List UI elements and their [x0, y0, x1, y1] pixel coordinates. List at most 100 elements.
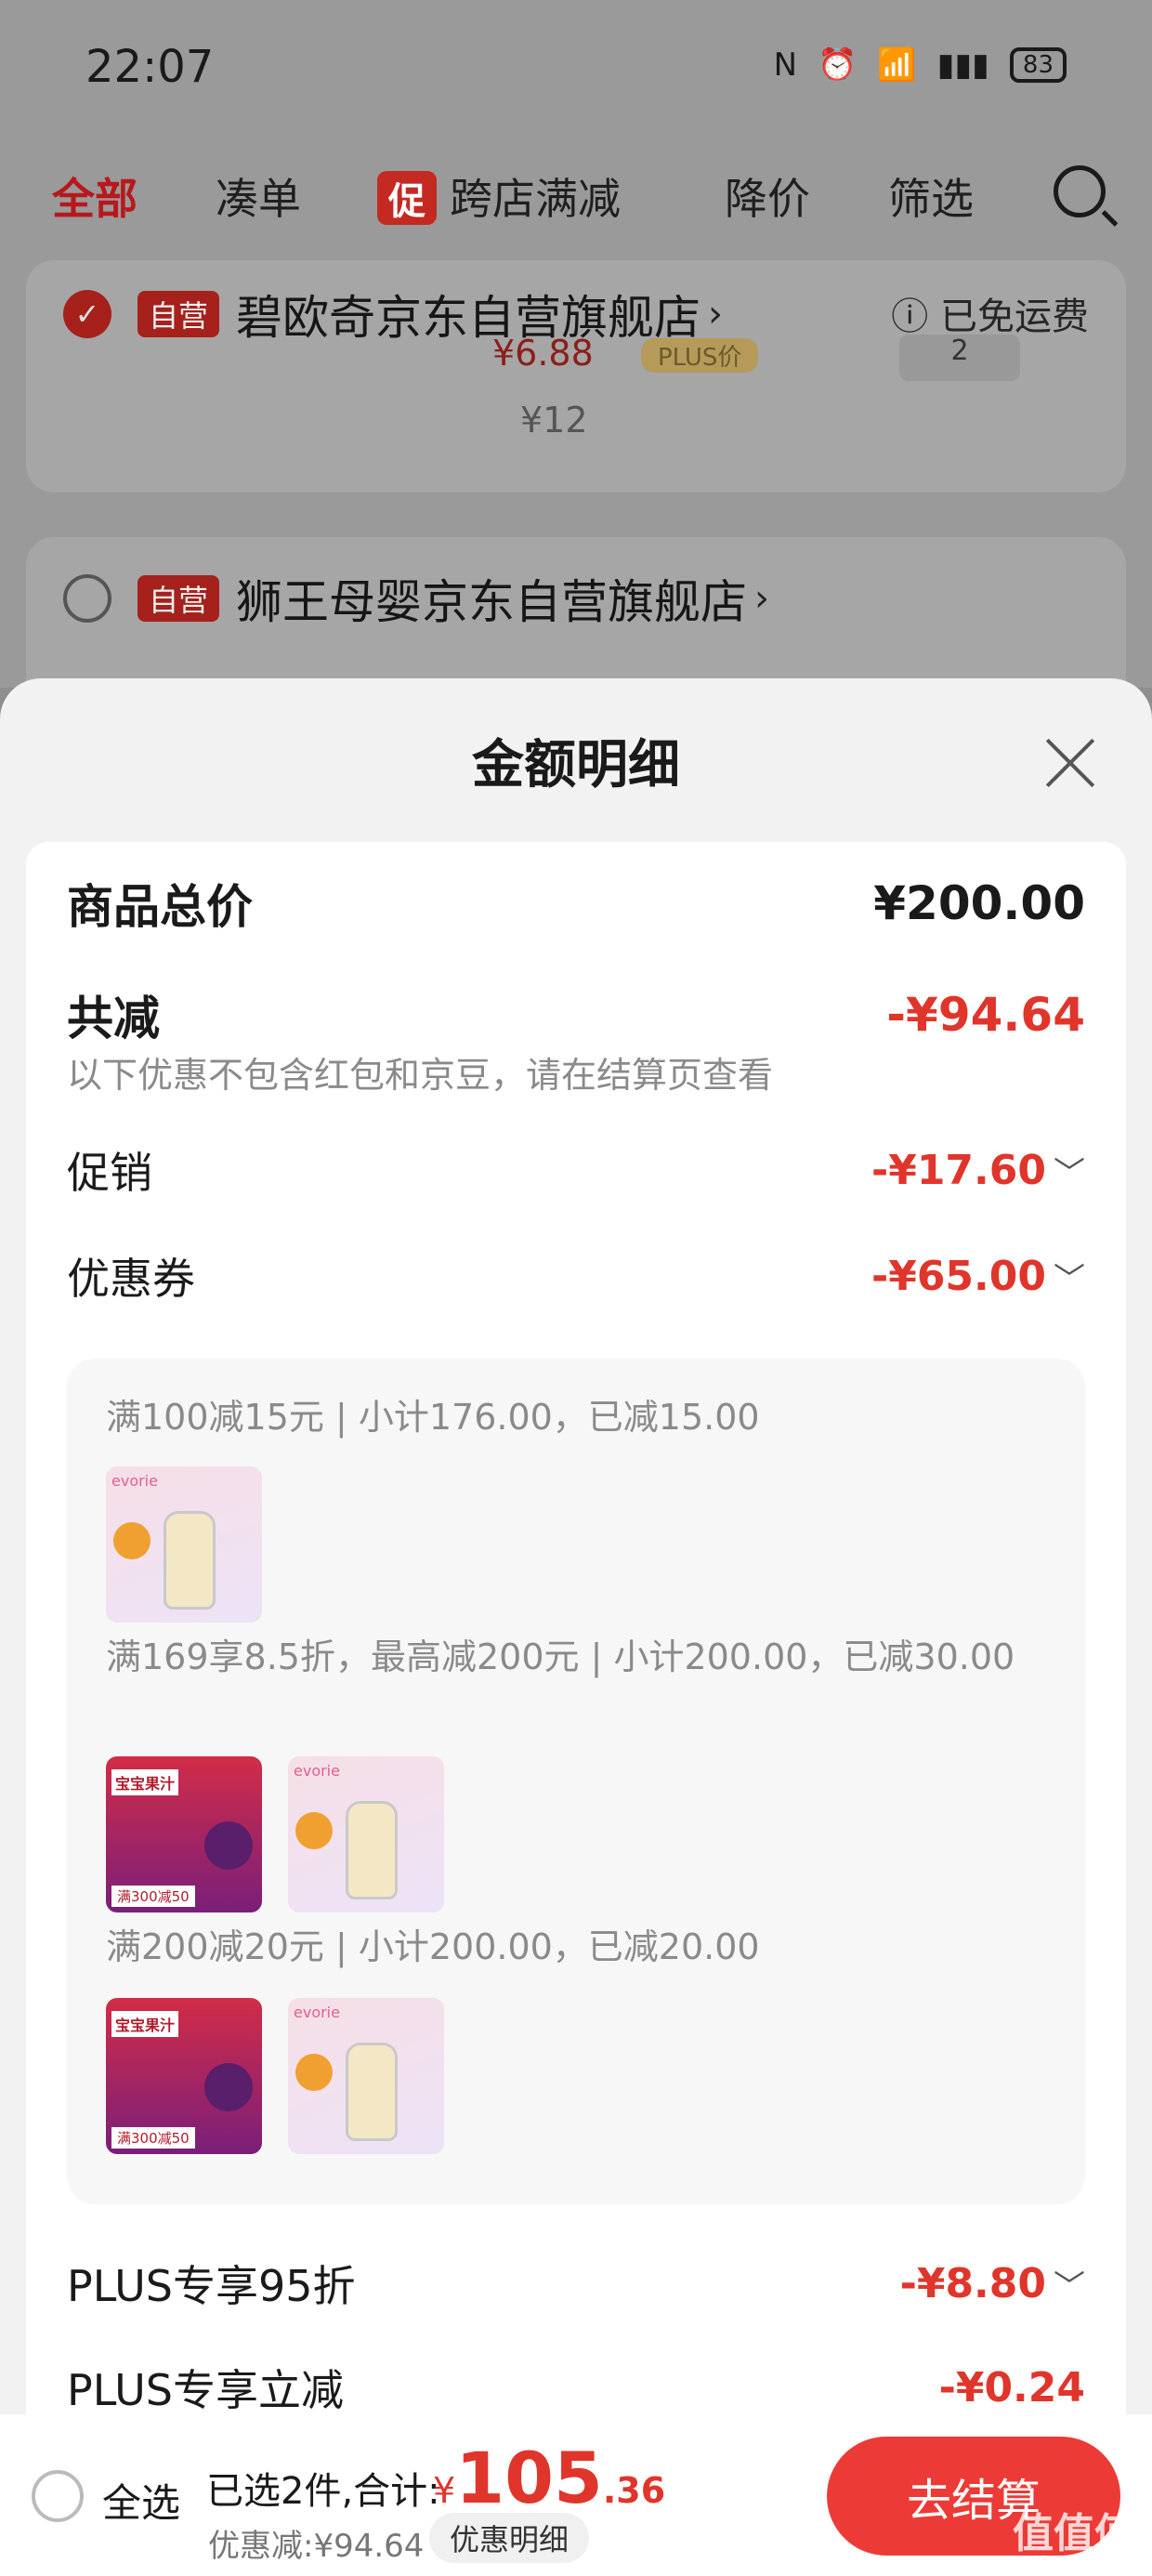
bottle-icon — [164, 1511, 216, 1610]
discount-detail-button[interactable]: 优惠明细 — [429, 2513, 590, 2563]
reduced-value: -¥94.64 — [886, 988, 1085, 1042]
chevron-right-icon: › — [754, 577, 770, 620]
promo-label: 促销 — [67, 1148, 152, 1198]
self-operated-badge: 自营 — [137, 575, 220, 622]
reduced-row: 共减 -¥94.64 — [67, 981, 1085, 1048]
cart-background: 22:07 N ⏰ 📶 ▮▮▮ 83 全部 凑单 促跨店满减 降价 筛选 ✓ 自… — [0, 0, 1152, 723]
cart-tabs: 全部 凑单 促跨店满减 降价 筛选 — [0, 149, 1152, 242]
promo-tag-icon — [295, 2054, 333, 2091]
tab-price-drop[interactable]: 降价 — [725, 165, 810, 227]
tab-filter[interactable]: 筛选 — [888, 165, 974, 227]
plum-icon — [204, 1821, 253, 1870]
discount-note: 以下优惠不包含红包和京豆，请在结算页查看 — [67, 1055, 774, 1096]
promo-badge: 促 — [377, 171, 437, 225]
shipping-text: 已免运费 — [940, 296, 1089, 338]
tab-combo[interactable]: 凑单 — [216, 165, 301, 227]
status-bar: 22:07 N ⏰ 📶 ▮▮▮ 83 — [0, 0, 1152, 139]
close-icon[interactable] — [1042, 734, 1098, 790]
plus-instant-row: PLUS专享立减 -¥0.24 — [67, 2357, 1085, 2418]
plus-instant-label: PLUS专享立减 — [67, 2365, 344, 2415]
shipping-status: ⓘ 已免运费 — [891, 296, 1089, 338]
select-all-checkbox[interactable] — [32, 2470, 84, 2522]
chevron-right-icon: › — [708, 293, 724, 335]
coupon-label: 优惠券 — [67, 1254, 195, 1304]
checkout-bar: 全选 已选2件,合计: ¥105.36 优惠减:¥94.64 优惠明细 去结算 — [0, 2414, 1152, 2576]
plus-price-tag: PLUS价 — [641, 338, 759, 373]
partial-price: ¥6.88 — [492, 333, 594, 374]
plus95-row[interactable]: PLUS专享95折 -¥8.80 ﹀ — [67, 2253, 1085, 2314]
quantity-stepper[interactable]: 2 — [899, 335, 1020, 381]
coupon-rule: 满169享8.5折，最高减200元 | 小计200.00，已减30.00 — [106, 1636, 1015, 1677]
search-icon[interactable] — [1054, 165, 1106, 217]
coupon-value: -¥65.00 — [871, 1252, 1046, 1300]
coupon-items: 宝宝果汁满300减50 evorie — [106, 1998, 444, 2154]
coupon-rule: 满200减20元 | 小计200.00，已减20.00 — [106, 1926, 760, 1967]
product-thumbnail-bottle[interactable]: evorie — [288, 1998, 444, 2154]
product-thumbnail-bottle[interactable]: evorie — [106, 1466, 262, 1623]
total-row: 商品总价 ¥200.00 — [67, 870, 1085, 937]
product-brand: evorie — [294, 1762, 340, 1780]
coupon-items: evorie — [106, 1466, 262, 1623]
store-name[interactable]: 狮王母婴京东自营旗舰店 — [236, 565, 747, 632]
plus95-amount: -¥8.80 ﹀ — [900, 2260, 1085, 2307]
store-name[interactable]: 碧欧奇京东自营旗舰店 — [236, 281, 700, 348]
wifi-icon: 📶 — [877, 46, 917, 84]
product-thumbnail-bottle[interactable]: evorie — [288, 1756, 444, 1912]
coupon-row[interactable]: 优惠券 -¥65.00 ﹀ — [67, 1245, 1085, 1307]
product-title: 宝宝果汁 — [111, 2011, 179, 2037]
product-title: 宝宝果汁 — [111, 1769, 179, 1795]
product-brand: evorie — [111, 1472, 158, 1490]
status-time: 22:07 — [85, 41, 215, 93]
chevron-down-icon: ﹀ — [1054, 1154, 1085, 1192]
chevron-up-icon: ﹀ — [1054, 1260, 1085, 1298]
coupon-rule: 满100减15元 | 小计176.00，已减15.00 — [106, 1397, 760, 1438]
self-operated-badge: 自营 — [137, 291, 220, 337]
store-checkbox-checked[interactable]: ✓ — [63, 290, 111, 338]
tab-all[interactable]: 全部 — [52, 165, 137, 227]
detail-panel: 商品总价 ¥200.00 共减 -¥94.64 以下优惠不包含红包和京豆，请在结… — [26, 842, 1126, 2576]
store-header[interactable]: 自营 狮王母婴京东自营旗舰店 › — [63, 565, 769, 632]
plus95-label: PLUS专享95折 — [67, 2261, 356, 2311]
product-badge: 满300减50 — [111, 1886, 195, 1907]
tab-cross-store-label: 跨店满减 — [450, 174, 621, 224]
total-value: ¥200.00 — [873, 876, 1085, 930]
sheet-title: 金额明细 — [472, 735, 680, 795]
promo-row[interactable]: 促销 -¥17.60 ﹀ — [67, 1139, 1085, 1201]
product-thumbnail-juice[interactable]: 宝宝果汁满300减50 — [106, 1998, 262, 2154]
alarm-icon: ⏰ — [818, 46, 857, 84]
promo-value: -¥17.60 — [871, 1146, 1046, 1194]
discount-summary: 优惠减:¥94.64 — [208, 2528, 425, 2565]
plus95-value: -¥8.80 — [899, 2259, 1046, 2307]
product-badge: 满300减50 — [111, 2127, 195, 2149]
watermark: 值值值 — [1013, 2510, 1135, 2557]
select-all-label[interactable]: 全选 — [102, 2472, 180, 2529]
promo-amount: -¥17.60 ﹀ — [871, 1147, 1085, 1194]
status-icons: N ⏰ 📶 ▮▮▮ 83 — [774, 46, 1067, 84]
bottle-icon — [346, 1801, 398, 1899]
old-price: ¥12 — [520, 400, 588, 440]
battery-icon: 83 — [1009, 47, 1067, 83]
currency-symbol: ¥ — [433, 2470, 456, 2511]
bottle-icon — [346, 2043, 398, 2141]
amount-detail-sheet: 金额明细 商品总价 ¥200.00 共减 -¥94.64 以下优惠不包含红包和京… — [0, 678, 1152, 2576]
total-integer: 105 — [455, 2437, 603, 2519]
product-thumbnail-juice[interactable]: 宝宝果汁满300减50 — [106, 1756, 262, 1912]
product-brand: evorie — [294, 2004, 340, 2021]
nfc-icon: N — [773, 46, 798, 84]
plum-icon — [204, 2063, 253, 2111]
selected-count: 已选2件,合计: — [206, 2470, 440, 2513]
plus-instant-value: -¥0.24 — [938, 2363, 1085, 2412]
cart-total: ¥105.36 — [433, 2437, 665, 2519]
total-label: 商品总价 — [67, 880, 253, 934]
total-decimal: .36 — [602, 2470, 666, 2511]
promo-tag-icon — [113, 1522, 151, 1559]
tab-cross-store[interactable]: 促跨店满减 — [377, 165, 621, 227]
store-checkbox-unchecked[interactable] — [63, 574, 111, 623]
coupon-amount: -¥65.00 ﹀ — [871, 1253, 1085, 1300]
reduced-label: 共减 — [67, 992, 160, 1045]
chevron-down-icon: ﹀ — [1054, 2267, 1085, 2306]
promo-tag-icon — [295, 1812, 333, 1849]
store-header[interactable]: ✓ 自营 碧欧奇京东自营旗舰店 › — [63, 281, 723, 348]
coupon-details: 满100减15元 | 小计176.00，已减15.00 evorie 满169享… — [67, 1359, 1085, 2204]
coupon-items: 宝宝果汁满300减50 evorie — [106, 1756, 444, 1912]
